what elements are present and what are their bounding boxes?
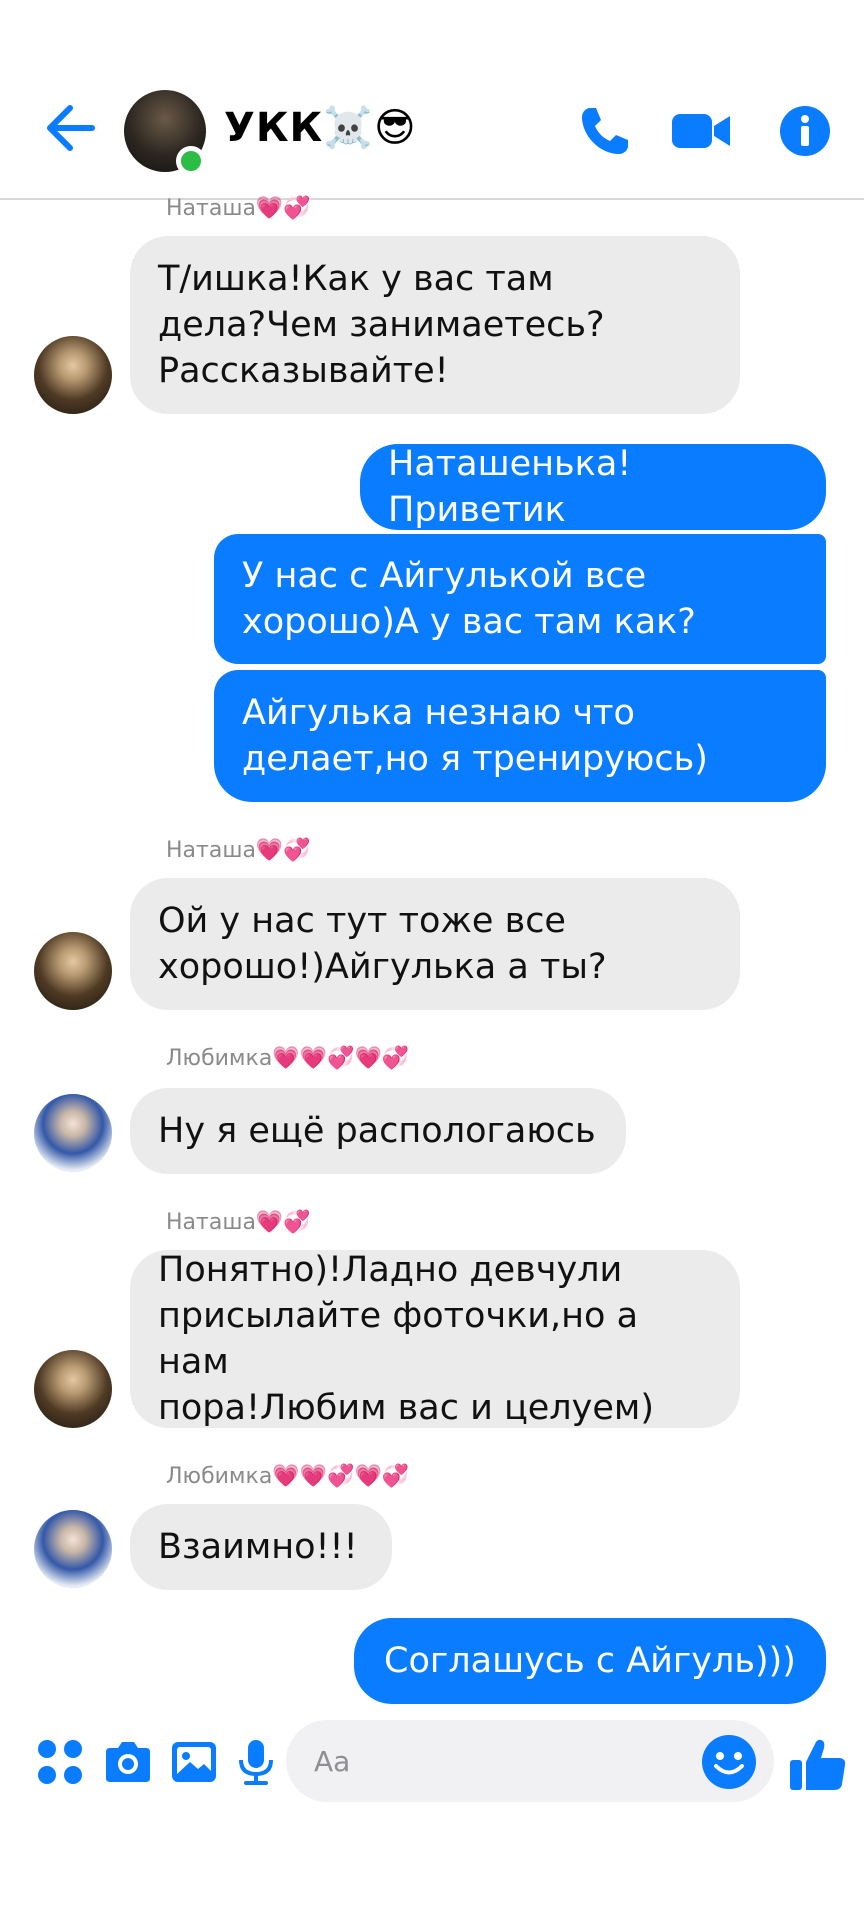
message-bubble[interactable]: Айгулька незнаю что делает,но я тренирую… <box>214 670 826 802</box>
avatar-natasha[interactable] <box>34 336 112 414</box>
avatar-natasha[interactable] <box>34 932 112 1010</box>
video-camera-icon[interactable] <box>670 102 732 160</box>
message-bubble[interactable]: Соглашусь с Айгуль))) <box>354 1618 826 1704</box>
message-input[interactable] <box>314 1720 674 1802</box>
message-bubble[interactable]: Понятно)!Ладно девчули присылайте фоточк… <box>130 1250 740 1428</box>
message-line: Т/ишка!Как у вас там <box>158 259 554 299</box>
avatar-lyubimka[interactable] <box>34 1510 112 1588</box>
avatar-lyubimka[interactable] <box>34 1094 112 1172</box>
message-line: Айгулька незнаю что <box>242 693 635 733</box>
message-line: пора!Любим вас и целуем) <box>158 1388 654 1428</box>
grid-menu-icon[interactable] <box>34 1736 86 1788</box>
info-icon[interactable] <box>776 102 834 160</box>
avatar-natasha[interactable] <box>34 1350 112 1428</box>
sender-name: Наташа💗💞 <box>166 838 311 863</box>
sender-name: Любимка💗💗💞💗💞 <box>166 1464 410 1489</box>
message-line: хорошо)А у вас там как? <box>242 602 696 642</box>
online-status-indicator <box>176 146 206 176</box>
message-line: Рассказывайте! <box>158 351 449 391</box>
message-line: Взаимно!!! <box>158 1527 358 1567</box>
message-bubble[interactable]: У нас с Айгулькой все хорошо)А у вас там… <box>214 534 826 664</box>
message-bubble[interactable]: Взаимно!!! <box>130 1504 392 1590</box>
chat-header: УКК☠️😎 <box>0 0 864 200</box>
sender-name: Наташа💗💞 <box>166 196 311 221</box>
message-bubble[interactable]: Ой у нас тут тоже все хорошо!)Айгулька а… <box>130 878 740 1010</box>
message-bubble[interactable]: Ну я ещё распологаюсь <box>130 1088 626 1174</box>
chat-title[interactable]: УКК☠️😎 <box>224 104 417 151</box>
message-line: У нас с Айгулькой все <box>242 556 647 596</box>
message-line: дела?Чем занимаетесь? <box>158 305 605 345</box>
message-input-container <box>286 1720 774 1802</box>
message-line: Ой у нас тут тоже все <box>158 901 566 941</box>
message-line: делает,но я тренируюсь) <box>242 739 708 779</box>
message-line: хорошо!)Айгулька а ты? <box>158 947 607 987</box>
sender-name: Любимка💗💗💞💗💞 <box>166 1046 410 1071</box>
message-bubble[interactable]: Т/ишка!Как у вас там дела?Чем занимаетес… <box>130 236 740 414</box>
sender-name: Наташа💗💞 <box>166 1210 311 1235</box>
message-line: Наташенька!Приветик <box>388 444 632 530</box>
smile-emoji-icon[interactable] <box>700 1733 758 1791</box>
thumbs-up-icon[interactable] <box>788 1734 848 1794</box>
message-line: Понятно)!Ладно девчули <box>158 1250 623 1290</box>
camera-icon[interactable] <box>102 1736 154 1788</box>
image-icon[interactable] <box>168 1736 220 1788</box>
phone-icon[interactable] <box>576 102 634 160</box>
arrow-left-icon[interactable] <box>44 102 96 154</box>
message-bubble[interactable]: Наташенька!Приветик <box>360 444 826 530</box>
message-line: Соглашусь с Айгуль))) <box>384 1641 796 1681</box>
message-line: Ну я ещё распологаюсь <box>158 1111 596 1151</box>
message-line: присылайте фоточки,но а нам <box>158 1296 639 1382</box>
message-composer <box>0 1716 864 1816</box>
microphone-icon[interactable] <box>230 1736 282 1788</box>
